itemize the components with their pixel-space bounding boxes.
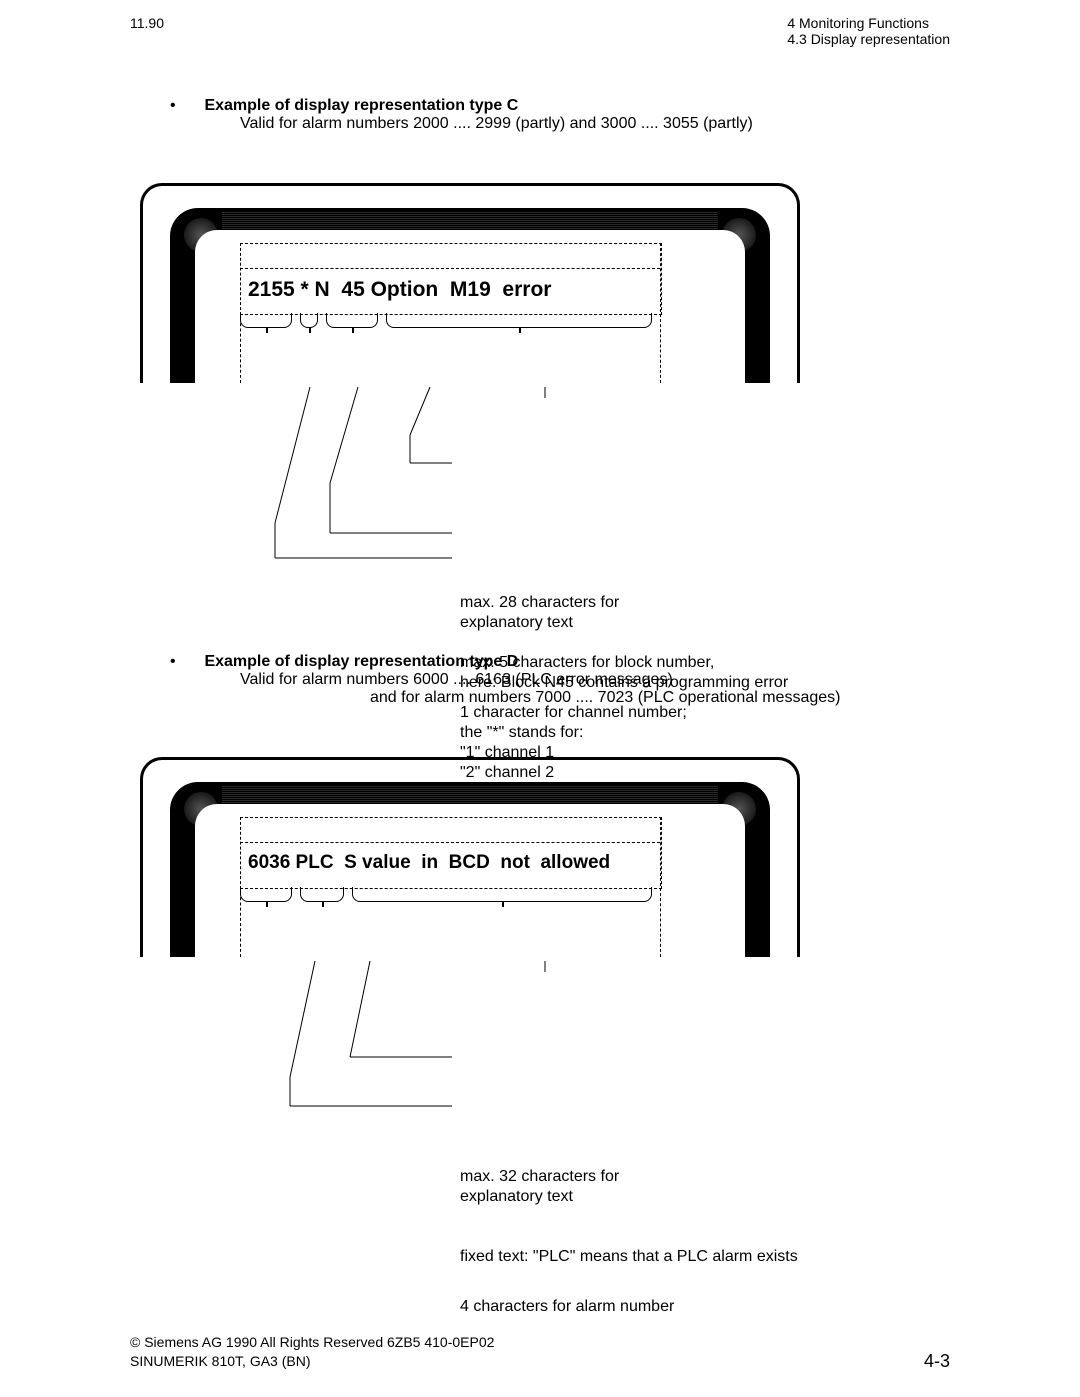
explain-d-3: 4 characters for alarm number (460, 1297, 674, 1317)
header-left: 11.90 (130, 15, 164, 47)
alarm-line-d: 6036 PLC S value in BCD not allowed (248, 852, 610, 874)
header-right-top: 4 Monitoring Functions (787, 15, 950, 31)
bullet-icon: • (170, 97, 200, 115)
explain-d-2: fixed text: "PLC" means that a PLC alarm… (460, 1247, 798, 1267)
page-header: 11.90 4 Monitoring Functions 4.3 Display… (130, 15, 950, 47)
bezel-knob-icon (184, 218, 218, 252)
bezel-knob-icon (722, 792, 756, 826)
display-d-illustration: 6036 PLC S value in BCD not allowed (140, 757, 800, 957)
bezel-knob-icon (184, 792, 218, 826)
section-c-title-block: • Example of display representation type… (170, 97, 950, 133)
alarm-line-c: 2155 * N 45 Option M19 error (248, 278, 551, 302)
footer-copyright: © Siemens AG 1990 All Rights Reserved 6Z… (130, 1333, 494, 1353)
header-right-sub: 4.3 Display representation (787, 31, 950, 47)
explain-c-2: max. 5 characters for block number, here… (460, 653, 788, 693)
page-number: 4-3 (924, 1351, 950, 1372)
underbrace-row-c (240, 313, 652, 328)
bezel-hatch-icon (222, 786, 718, 804)
bezel-knob-icon (722, 218, 756, 252)
section-c-title: Example of display representation type C (204, 97, 518, 114)
explain-c-1: max. 28 characters for explanatory text (460, 593, 619, 633)
underbrace-row-d (240, 887, 652, 902)
display-c-illustration: 2155 * N 45 Option M19 error (140, 183, 800, 383)
bullet-icon: • (170, 653, 200, 671)
explain-d-1: max. 32 characters for explanatory text (460, 1167, 619, 1207)
footer-doc: SINUMERIK 810T, GA3 (BN) (130, 1352, 494, 1372)
section-c-valid: Valid for alarm numbers 2000 .... 2999 (… (240, 115, 950, 133)
bezel-hatch-icon (222, 212, 718, 230)
page-footer: © Siemens AG 1990 All Rights Reserved 6Z… (130, 1333, 950, 1372)
